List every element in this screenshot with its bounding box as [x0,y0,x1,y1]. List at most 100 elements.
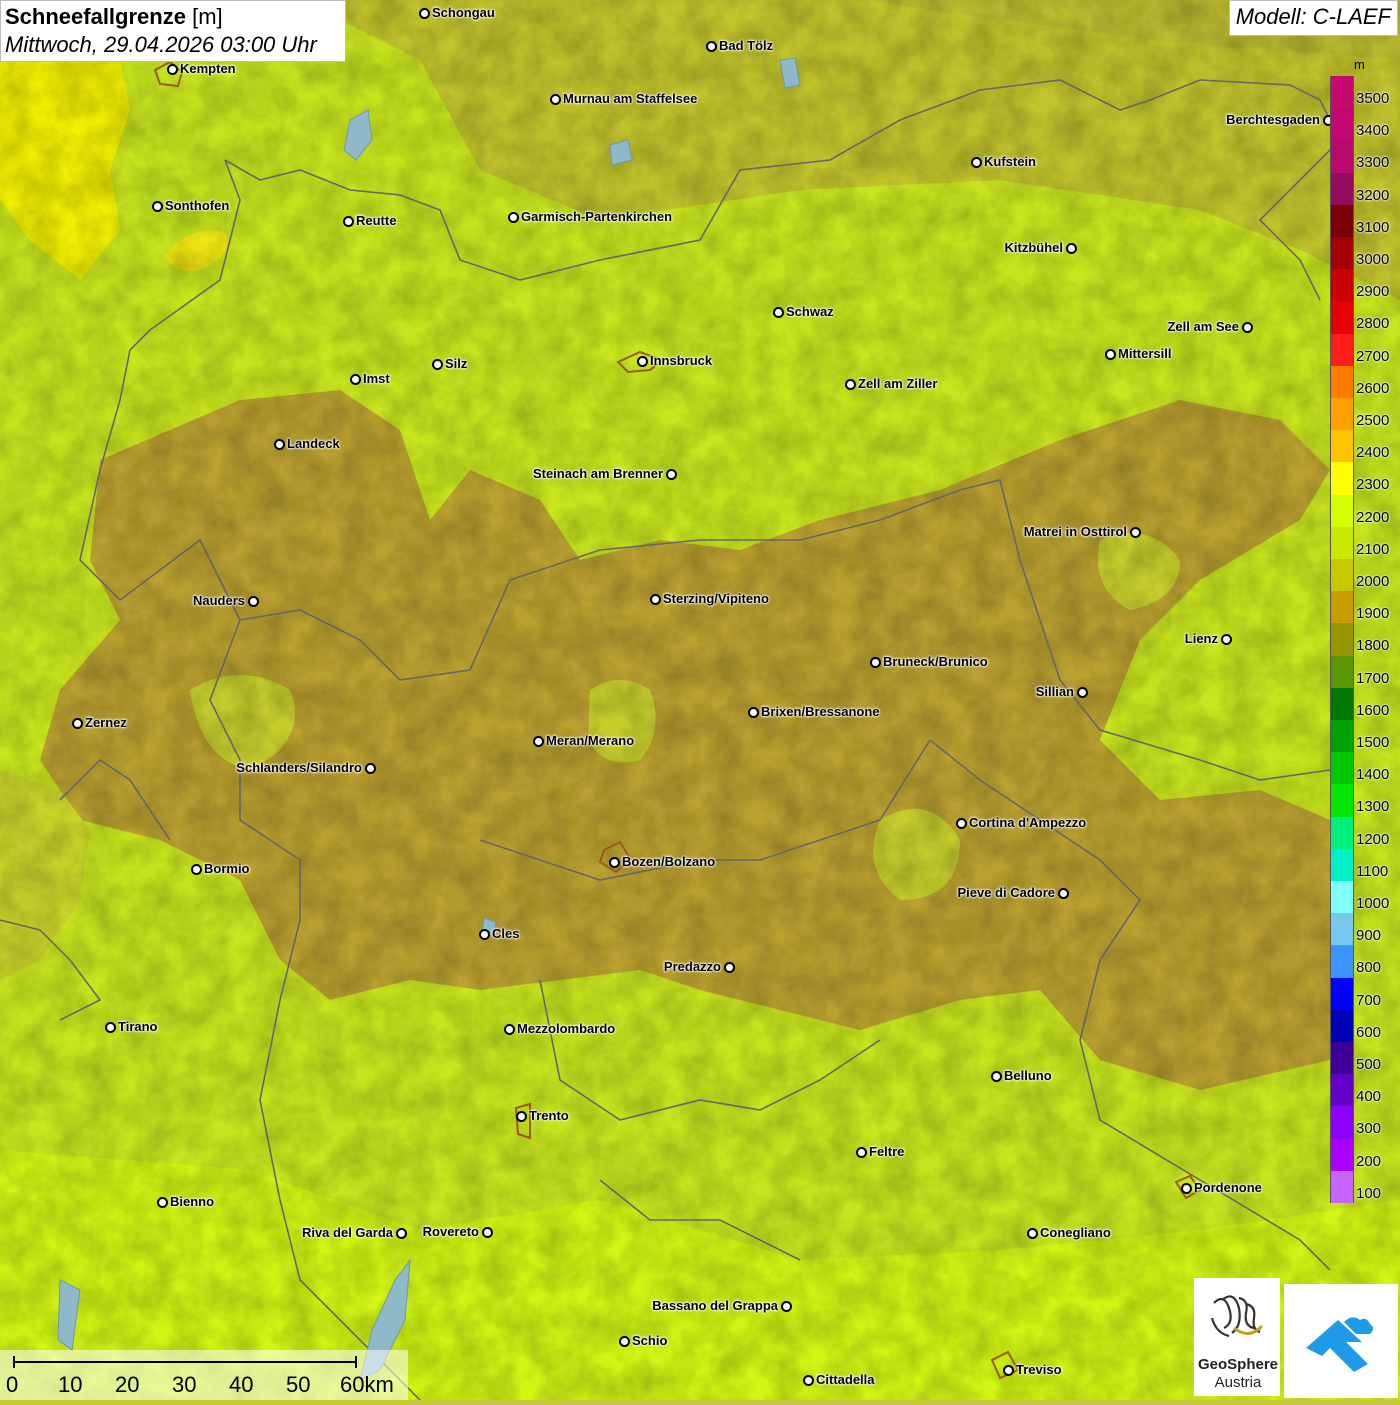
geosphere-logo-text: GeoSphere Austria [1196,1356,1280,1392]
scale-label: 60km [340,1372,394,1397]
legend-swatch [1330,398,1354,431]
map-title: Schneefallgrenze [m] [5,3,341,31]
snowflake-app-icon [1306,1317,1373,1372]
legend-label: 1900 [1356,605,1390,623]
city-marker [845,379,856,390]
city-marker [1221,634,1232,645]
city-marker [343,216,354,227]
legend-label: 100 [1356,1184,1382,1202]
legend-swatch [1330,977,1354,1011]
city-label: Bienno [170,1194,215,1209]
city-label: Zernez [85,715,127,730]
city-label: Sillian [1035,684,1074,699]
city-label: Bassano del Grappa [652,1298,778,1313]
city-marker [533,736,544,747]
city-label: Garmisch-Partenkirchen [521,209,673,224]
geosphere-emblem-icon [1210,1295,1264,1338]
scale-label: 50 [286,1372,311,1397]
city-label: Pieve di Cadore [957,885,1055,900]
legend-swatch [1330,687,1354,721]
city-marker [350,374,361,385]
city-marker [167,64,178,75]
city-label: Lienz [1184,631,1218,646]
city-marker [504,1024,515,1035]
city-label: Schlanders/Silandro [236,760,362,775]
legend-label: 2800 [1356,315,1390,333]
city-marker [781,1301,792,1312]
legend-label: 3400 [1356,122,1390,140]
city-label: Mezzolombardo [517,1021,616,1036]
legend-label: 1800 [1356,637,1390,655]
weather-app-logo[interactable] [1284,1284,1398,1398]
city-marker [1181,1183,1192,1194]
city-label: Sonthofen [165,198,230,213]
city-marker [619,1336,630,1347]
city-marker [724,962,735,973]
legend-label: 2500 [1356,412,1390,429]
city-label: Trento [529,1108,569,1123]
legend-swatch [1330,301,1354,335]
city-label: Reutte [356,213,397,228]
city-label: Feltre [869,1144,905,1159]
legend-swatch [1330,623,1354,657]
city-marker [248,596,259,607]
city-marker [666,469,677,480]
scale-label: 0 [6,1372,19,1397]
legend-label: 3000 [1356,251,1390,268]
legend-label: 1700 [1356,669,1390,687]
legend-swatch [1330,784,1354,818]
city-label: Mittersill [1118,346,1172,361]
city-label: Schwaz [786,304,834,319]
city-label: Pordenone [1194,1180,1262,1195]
city-marker [1105,349,1116,360]
city-label: Landeck [287,436,340,451]
city-label: Murnau am Staffelsee [563,91,698,106]
legend-label: 2900 [1356,283,1390,301]
city-marker [856,1147,867,1158]
legend-label: 3100 [1356,218,1390,236]
city-marker [803,1375,814,1386]
city-marker [637,356,648,367]
city-marker [479,929,490,940]
city-label: Treviso [1016,1362,1062,1377]
city-label: Bad Tölz [719,38,774,53]
legend-swatch [1330,1170,1354,1204]
city-marker [157,1197,168,1208]
legend-swatch [1330,1074,1354,1107]
legend-label: 2400 [1356,444,1390,462]
city-label: Schongau [432,5,495,20]
city-label: Kufstein [984,154,1036,169]
legend-label: 1100 [1356,862,1389,880]
city-label: Berchtesgaden [1226,112,1320,127]
city-marker [1242,322,1253,333]
city-label: Belluno [1004,1068,1052,1083]
city-label: Zell am Ziller [858,376,938,391]
city-label: Rovereto [422,1224,479,1239]
legend-swatch [1330,591,1354,624]
city-label: Zell am See [1167,319,1239,334]
legend-label: 300 [1356,1120,1382,1138]
title-parameter: Schneefallgrenze [5,4,186,29]
legend-swatch [1330,559,1354,592]
legend-swatch [1330,881,1354,914]
city-label: Bruneck/Brunico [883,654,988,669]
city-marker [152,201,163,212]
city-label: Nauders [192,593,245,608]
city-marker [432,359,443,370]
legend-label: 3500 [1356,90,1390,107]
legend-label: 2600 [1356,379,1390,397]
legend-swatch [1330,1106,1354,1140]
city-marker [971,157,982,168]
legend-label: 400 [1356,1088,1382,1106]
legend-swatch [1330,913,1354,946]
city-marker [1077,687,1088,698]
legend-swatch [1330,269,1354,302]
legend-swatch [1330,333,1354,367]
legend-label: 1600 [1356,701,1390,719]
city-marker [870,657,881,668]
model-label: Modell: C-LAEF [1228,0,1398,36]
scale-label: 20 [115,1372,140,1397]
legend-label: 800 [1356,959,1382,977]
city-label: Cortina d'Ampezzo [969,815,1087,830]
city-marker [396,1228,407,1239]
